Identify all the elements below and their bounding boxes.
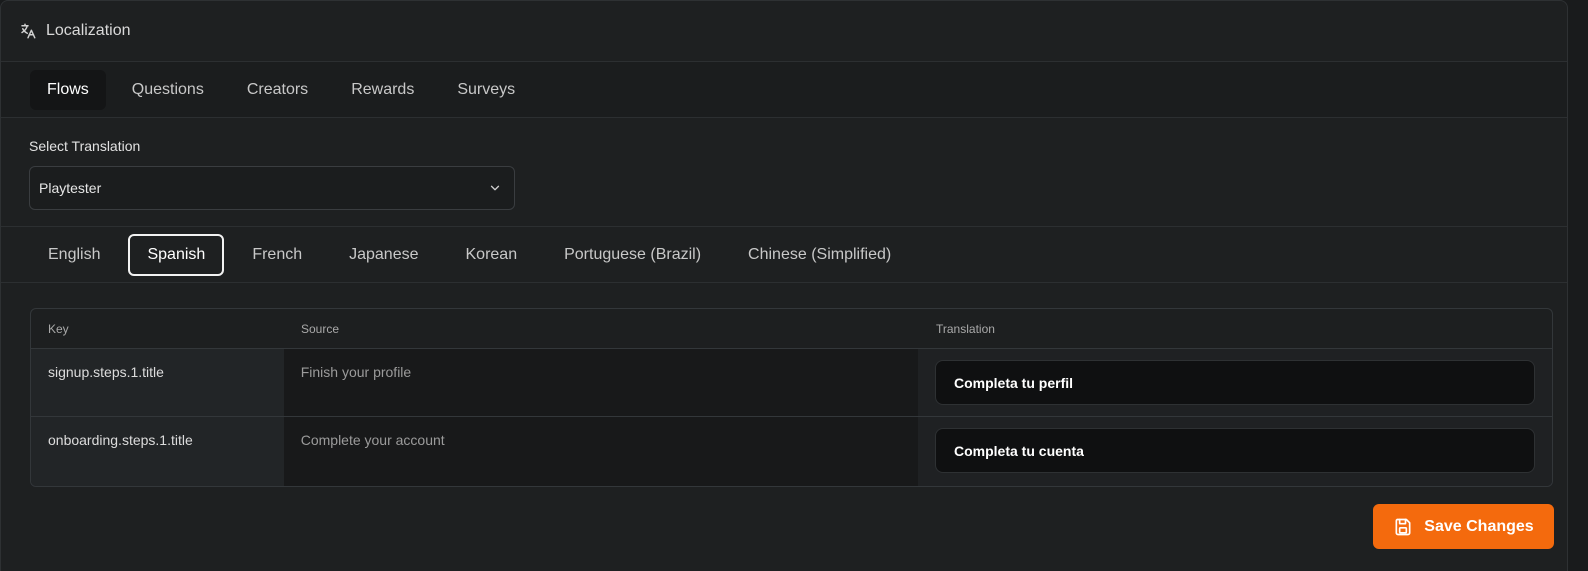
key-cell: signup.steps.1.title — [31, 349, 284, 416]
table-row: onboarding.steps.1.title Complete your a… — [31, 417, 1552, 486]
translation-table: Key Source Translation signup.steps.1.ti… — [30, 308, 1553, 487]
translate-icon — [19, 22, 37, 40]
tab-questions[interactable]: Questions — [115, 70, 221, 110]
column-header-translation: Translation — [936, 321, 995, 336]
tab-chinese-simplified[interactable]: Chinese (Simplified) — [729, 234, 910, 276]
chevron-down-icon — [488, 181, 502, 195]
tab-japanese[interactable]: Japanese — [330, 234, 437, 276]
tab-portuguese-brazil[interactable]: Portuguese (Brazil) — [545, 234, 720, 276]
translation-input[interactable]: Completa tu perfil — [935, 360, 1535, 405]
key-cell: onboarding.steps.1.title — [31, 417, 284, 486]
translation-select[interactable]: Playtester — [29, 166, 515, 210]
language-tabs: English Spanish French Japanese Korean P… — [1, 227, 1567, 283]
translation-select-value: Playtester — [39, 180, 102, 196]
localization-panel: Localization Flows Questions Creators Re… — [0, 0, 1568, 571]
translation-cell: Completa tu cuenta — [918, 417, 1552, 486]
save-icon — [1393, 517, 1413, 537]
tab-french[interactable]: French — [233, 234, 321, 276]
tab-creators[interactable]: Creators — [230, 70, 325, 110]
tab-spanish[interactable]: Spanish — [128, 233, 225, 276]
save-changes-button[interactable]: Save Changes — [1373, 504, 1554, 549]
tab-flows[interactable]: Flows — [30, 69, 106, 110]
save-changes-label: Save Changes — [1424, 517, 1534, 535]
table-row: signup.steps.1.title Finish your profile… — [31, 349, 1552, 417]
column-header-source: Source — [301, 321, 340, 336]
select-translation-label: Select Translation — [29, 138, 141, 154]
translation-cell: Completa tu perfil — [918, 349, 1552, 416]
table-header: Key Source Translation — [31, 309, 1552, 349]
source-cell: Complete your account — [283, 417, 918, 486]
page-title: Localization — [46, 22, 131, 39]
source-cell: Finish your profile — [283, 349, 918, 416]
translation-input[interactable]: Completa tu cuenta — [935, 428, 1535, 473]
tab-surveys[interactable]: Surveys — [440, 70, 532, 110]
category-tabs: Flows Questions Creators Rewards Surveys — [1, 62, 1567, 118]
translation-select-section: Select Translation Playtester — [1, 118, 1567, 227]
tab-korean[interactable]: Korean — [447, 234, 537, 276]
tab-rewards[interactable]: Rewards — [334, 70, 431, 110]
tab-english[interactable]: English — [29, 234, 119, 276]
column-header-key: Key — [48, 321, 69, 336]
panel-header: Localization — [1, 1, 1567, 62]
